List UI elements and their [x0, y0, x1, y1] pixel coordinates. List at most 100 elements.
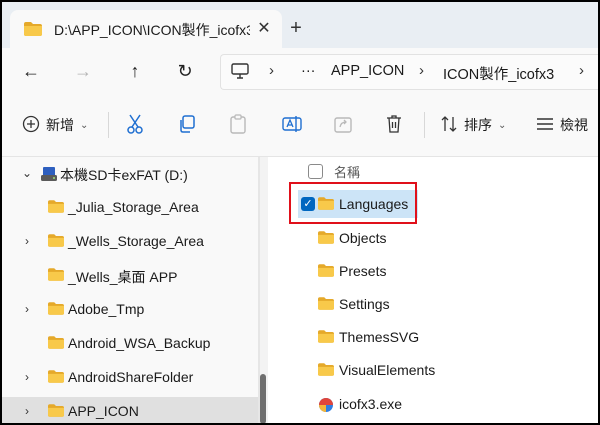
breadcrumb-separator[interactable]: › — [579, 62, 584, 79]
tab-current-folder[interactable]: D:\APP_ICON\ICON製作_icofx3 ✕ — [10, 10, 282, 48]
folder-icon — [318, 363, 334, 379]
copy-icon — [178, 114, 196, 136]
file-row-settings[interactable]: Settings — [290, 290, 598, 318]
new-button[interactable]: 新增 ⌄ — [22, 112, 88, 138]
folder-icon — [318, 264, 334, 280]
nav-item-app-icon[interactable]: › APP_ICON — [2, 397, 258, 423]
cut-button[interactable] — [126, 112, 144, 138]
toolbar-divider — [108, 112, 109, 138]
copy-button[interactable] — [178, 112, 196, 138]
nav-item-label: _Wells_Storage_Area — [68, 233, 204, 249]
breadcrumb-separator: › — [269, 62, 274, 79]
breadcrumb-icon-folder[interactable]: ICON製作_icofx3 — [443, 63, 554, 84]
folder-icon — [48, 404, 64, 420]
delete-button[interactable] — [386, 112, 402, 138]
view-label: 檢視 — [560, 117, 588, 133]
plus-circle-icon — [22, 115, 40, 136]
chevron-right-icon[interactable]: › — [20, 234, 34, 248]
file-name: Presets — [339, 263, 387, 279]
checkmark-icon[interactable]: ✓ — [301, 197, 315, 211]
navigation-bar: ← → ↑ ↻ › ··· APP_ICON › ICON製作_icofx3 › — [2, 48, 598, 94]
rename-button[interactable] — [282, 112, 302, 138]
breadcrumb-ellipsis[interactable]: ··· — [301, 63, 316, 79]
folder-icon — [318, 297, 334, 313]
folder-icon — [318, 330, 334, 346]
nav-item-android-wsa-backup[interactable]: Android_WSA_Backup — [2, 329, 258, 359]
view-button[interactable]: 檢視 — [536, 112, 588, 138]
folder-icon — [24, 22, 42, 41]
close-tab-icon[interactable]: ✕ — [254, 19, 274, 39]
nav-pane-scrollbar-thumb[interactable] — [260, 374, 266, 423]
file-list-header: 名稱 ^ — [268, 157, 598, 185]
chevron-down-icon[interactable]: ⌄ — [20, 166, 34, 180]
file-name: ThemesSVG — [339, 329, 420, 345]
nav-item-label: 本機SD卡exFAT (D:) — [60, 167, 188, 183]
file-name: Languages — [339, 196, 409, 212]
list-view-icon — [536, 117, 554, 134]
chevron-down-icon: ⌄ — [80, 119, 89, 131]
nav-item-label: APP_ICON — [68, 403, 139, 419]
chevron-right-icon[interactable]: › — [20, 370, 34, 384]
toolbar-divider — [424, 112, 425, 138]
file-row-objects[interactable]: Objects — [290, 224, 598, 252]
folder-icon — [48, 200, 64, 216]
file-name: icofx3.exe — [339, 396, 403, 412]
back-arrow-icon[interactable]: ← — [18, 59, 44, 83]
share-button[interactable] — [334, 112, 352, 138]
file-row-visualelements[interactable]: VisualElements — [290, 356, 598, 384]
nav-item-julia-storage[interactable]: _Julia_Storage_Area — [2, 193, 258, 223]
nav-item-drive-d[interactable]: ⌄ 本機SD卡exFAT (D:) — [2, 159, 258, 189]
forward-arrow-icon[interactable]: → — [70, 59, 96, 83]
icofx-app-icon — [318, 397, 334, 416]
folder-icon — [48, 370, 64, 386]
file-row-themessvg[interactable]: ThemesSVG — [290, 323, 598, 351]
nav-item-label: AndroidShareFolder — [68, 369, 194, 385]
file-name: Objects — [339, 230, 387, 246]
new-tab-button[interactable]: + — [284, 17, 308, 41]
nav-item-wells-storage[interactable]: › _Wells_Storage_Area — [2, 227, 258, 257]
nav-item-adobe-tmp[interactable]: › Adobe_Tmp — [2, 295, 258, 325]
rename-icon — [282, 114, 302, 137]
nav-item-label: Adobe_Tmp — [68, 301, 145, 317]
this-pc-icon — [231, 63, 249, 84]
file-row-icofx3-exe[interactable]: icofx3.exe — [290, 390, 598, 418]
address-bar[interactable]: › ··· APP_ICON › ICON製作_icofx3 › — [220, 54, 598, 90]
breadcrumb-app-icon[interactable]: APP_ICON — [331, 63, 404, 79]
sort-label: 排序 — [464, 117, 492, 133]
column-header-name[interactable]: 名稱 — [334, 162, 360, 181]
nav-item-label: Android_WSA_Backup — [68, 335, 211, 351]
select-all-checkbox[interactable] — [308, 164, 323, 179]
chevron-right-icon[interactable]: › — [20, 302, 34, 316]
scissors-icon — [126, 114, 144, 137]
chevron-right-icon[interactable]: › — [20, 404, 34, 418]
nav-item-android-share-folder[interactable]: › AndroidShareFolder — [2, 363, 258, 393]
nav-item-label: _Wells_桌面 APP — [68, 269, 178, 285]
folder-icon — [48, 336, 64, 352]
chevron-down-icon: ⌄ — [498, 119, 507, 131]
file-row-languages[interactable]: ✓ Languages — [298, 190, 418, 218]
tab-bar: D:\APP_ICON\ICON製作_icofx3 ✕ + — [2, 2, 598, 48]
tab-title: D:\APP_ICON\ICON製作_icofx3 — [54, 22, 250, 38]
refresh-icon[interactable]: ↻ — [172, 59, 198, 83]
clipboard-icon — [230, 113, 246, 137]
sort-button[interactable]: 排序 ⌄ — [440, 112, 506, 138]
sort-ascending-icon: ^ — [453, 157, 459, 163]
file-row-presets[interactable]: Presets — [290, 257, 598, 285]
navigation-pane: ⌄ 本機SD卡exFAT (D:) _Julia_Storage_Area › … — [2, 157, 258, 423]
nav-item-wells-desktop-app[interactable]: _Wells_桌面 APP — [2, 261, 258, 291]
folder-icon — [48, 302, 64, 318]
paste-button[interactable] — [230, 112, 246, 138]
breadcrumb-separator: › — [419, 62, 424, 79]
file-list-pane: 名稱 ^ ✓ Languages Objects Presets Setting… — [268, 157, 598, 423]
sort-icon — [440, 115, 458, 136]
folder-icon — [48, 268, 64, 284]
folder-icon — [318, 197, 334, 213]
new-button-label: 新增 — [46, 117, 74, 133]
nav-item-label: _Julia_Storage_Area — [68, 199, 199, 215]
folder-icon — [318, 231, 334, 247]
file-name: Settings — [339, 296, 390, 312]
file-explorer-window: D:\APP_ICON\ICON製作_icofx3 ✕ + ← → ↑ ↻ › … — [2, 2, 598, 423]
trash-icon — [386, 114, 402, 136]
command-bar: 新增 ⌄ 排序 ⌄ 檢視 — [2, 94, 598, 157]
up-arrow-icon[interactable]: ↑ — [122, 59, 148, 83]
